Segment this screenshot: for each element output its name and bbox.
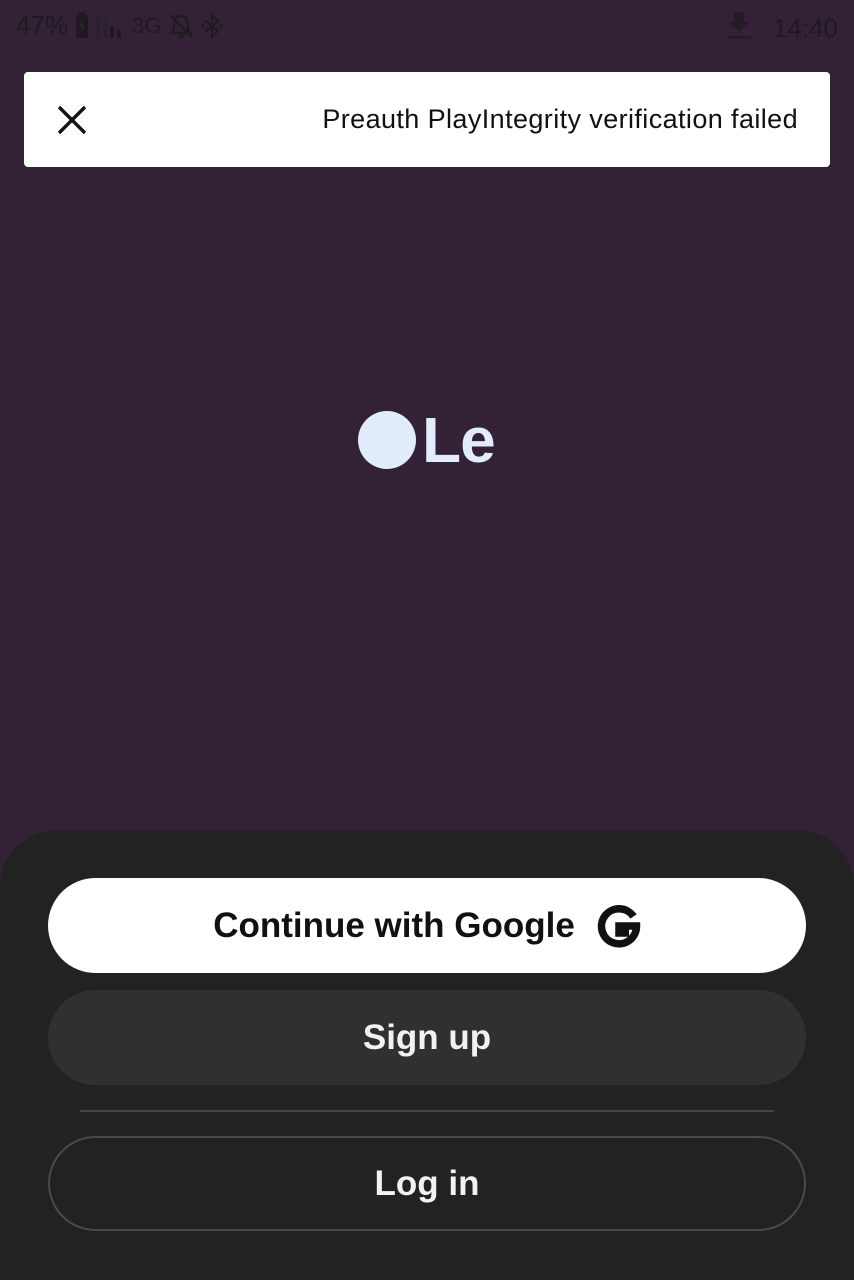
logo-text: Le xyxy=(422,404,496,476)
toast-message: Preauth PlayIntegrity verification faile… xyxy=(322,104,798,134)
sign-up-button[interactable]: Sign up xyxy=(48,990,806,1085)
auth-sheet: Continue with Google Sign up Log in xyxy=(0,830,854,1280)
error-toast: Preauth PlayIntegrity verification faile… xyxy=(24,72,830,167)
logo-dot-icon xyxy=(358,411,416,469)
notifications-off-icon xyxy=(167,12,195,40)
network-type: 3G xyxy=(132,12,162,38)
sign-up-label: Sign up xyxy=(362,1017,492,1057)
status-bar-left: 47% 3G xyxy=(16,10,224,41)
status-bar-right: 14:40 xyxy=(725,10,838,47)
battery-percent: 47% xyxy=(16,10,69,40)
close-icon[interactable] xyxy=(54,102,90,138)
google-icon xyxy=(597,904,641,948)
signal-icon xyxy=(96,14,126,38)
log-in-label: Log in xyxy=(374,1163,480,1203)
bluetooth-icon xyxy=(201,11,224,40)
app-screen: 47% 3G 14:40 Preauth PlayIntegrity verif… xyxy=(0,0,854,1280)
continue-with-google-button[interactable]: Continue with Google xyxy=(48,878,806,973)
battery-charging-icon xyxy=(74,11,90,40)
divider xyxy=(80,1110,774,1112)
log-in-button[interactable]: Log in xyxy=(48,1136,806,1231)
google-button-label: Continue with Google xyxy=(213,905,575,945)
status-bar: 47% 3G 14:40 xyxy=(0,0,854,50)
app-logo: Le xyxy=(358,404,496,476)
clock: 14:40 xyxy=(772,13,838,43)
download-icon xyxy=(725,10,753,47)
